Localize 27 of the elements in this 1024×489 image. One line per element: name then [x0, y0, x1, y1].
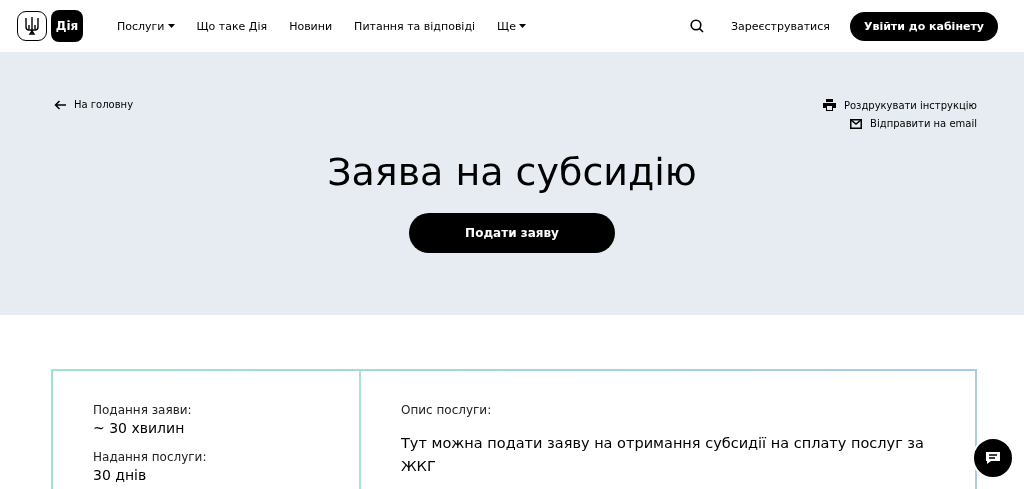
nav-link[interactable]: Послуги	[117, 19, 175, 33]
nav-link[interactable]: Питання та відповіді	[354, 19, 476, 33]
nav-link[interactable]: Ще	[497, 19, 526, 33]
fact-value: ~ 30 хвилин	[93, 420, 186, 436]
caret-icon	[518, 24, 526, 28]
search-icon[interactable]	[689, 19, 704, 33]
diia-logo[interactable]: Дія	[51, 10, 83, 42]
description-text: Тут можна подати заяву на отримання субсидії на сплату послуг за ЖКГ	[401, 434, 925, 476]
page-title: Заява на субсидію	[326, 150, 698, 196]
fact-label: Подання заяви:	[93, 403, 193, 417]
nav-link[interactable]: Що таке Дія	[196, 19, 268, 33]
envelope-icon	[850, 118, 863, 129]
fact-label: Надання послуги:	[93, 450, 208, 464]
back-link[interactable]: На головну	[74, 99, 134, 110]
description-label: Опис послуги:	[401, 403, 493, 417]
coat-of-arms-logo[interactable]	[17, 11, 47, 41]
apply-button[interactable]: Подати заяву	[409, 212, 615, 253]
printer-icon	[822, 99, 836, 111]
chat-bubble-icon	[985, 451, 1001, 465]
login-button[interactable]: Увійти до кабінету	[849, 11, 998, 41]
caret-icon	[167, 24, 175, 28]
back-arrow-icon[interactable]	[54, 99, 66, 110]
register-link[interactable]: Зареєструватися	[730, 19, 830, 33]
nav-link[interactable]: Новини	[289, 19, 333, 33]
action-link[interactable]: Відправити на email	[870, 118, 977, 129]
action-link[interactable]: Роздрукувати інструкцію	[843, 99, 977, 111]
fact-value: 30 днів	[93, 467, 148, 483]
